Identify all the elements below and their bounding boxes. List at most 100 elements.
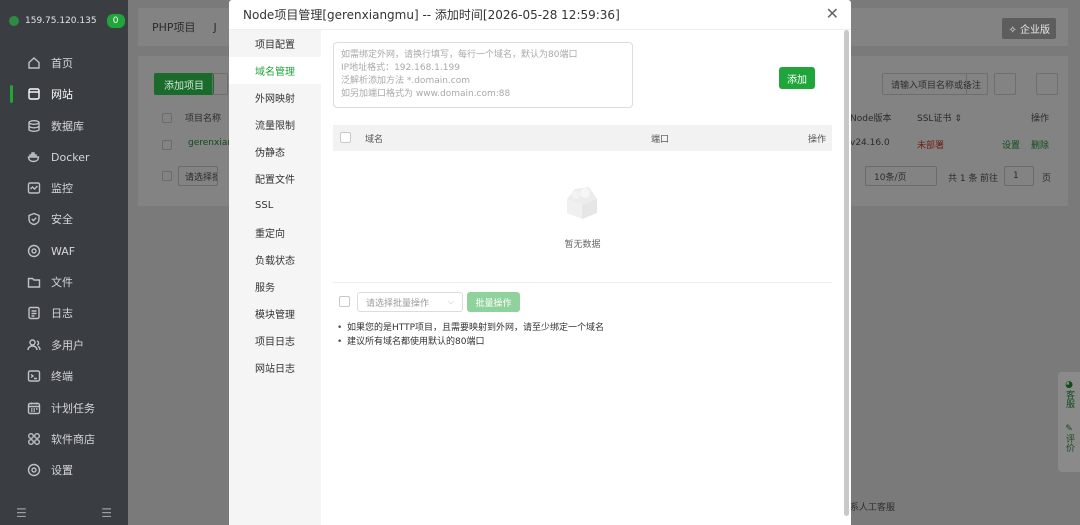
store-icon: [27, 432, 41, 446]
sidebar-item-label: WAF: [51, 244, 76, 258]
search-icon[interactable]: [966, 73, 988, 95]
delete-link[interactable]: 删除: [1031, 138, 1049, 151]
menu-icon[interactable]: ☰: [101, 506, 112, 520]
sidebar-footer: ☰ ☰: [0, 501, 128, 525]
database-icon: [27, 119, 41, 133]
sidebar-item-label: 终端: [51, 370, 73, 383]
ssl-status[interactable]: 未部署: [917, 138, 944, 151]
users-icon: [27, 338, 41, 352]
domain-input[interactable]: 如需绑定外网，请换行填写，每行一个域名，默认为80端口 IP地址格式：192.1…: [333, 42, 633, 108]
sidebar-item-logs[interactable]: 日志: [0, 298, 128, 328]
sidebar-item-docker[interactable]: Docker: [0, 142, 128, 172]
shield-icon: [27, 212, 41, 226]
column-port: 端口: [651, 134, 670, 145]
sidebar-item-label: 多用户: [51, 339, 84, 352]
column-project-name: 项目名称: [185, 114, 222, 124]
gear-icon[interactable]: [1036, 73, 1058, 95]
select-all-checkbox[interactable]: [162, 113, 172, 123]
edit-icon: ✎: [1065, 424, 1073, 434]
sidebar-item-label: Docker: [51, 150, 90, 164]
review-button[interactable]: ✎ 评价: [1058, 424, 1080, 452]
placeholder-line: 如需绑定外网，请换行填写，每行一个域名，默认为80端口: [341, 50, 578, 60]
empty-text: 暂无数据: [564, 240, 601, 250]
sidebar-item-label: 计划任务: [51, 402, 95, 415]
nav-item-service[interactable]: 服务: [229, 273, 321, 300]
sidebar-item-monitor[interactable]: 监控: [0, 173, 128, 203]
server-info: 159.75.120.135 0: [0, 0, 128, 42]
node-version-value: v24.16.0: [850, 138, 890, 148]
enterprise-badge: ✧ 企业版: [1002, 18, 1056, 39]
domain-management-panel: 如需绑定外网，请换行填写，每行一个域名，默认为80端口 IP地址格式：192.1…: [321, 30, 841, 525]
nav-item-project-config[interactable]: 项目配置: [229, 30, 321, 57]
floating-service-bar: ◕ 客服 ✎ 评价: [1058, 372, 1080, 472]
nav-item-redirect[interactable]: 重定向: [229, 219, 321, 246]
website-icon: [27, 87, 41, 101]
add-project-button[interactable]: 添加项目: [154, 73, 214, 95]
column-operation: 操作: [1031, 114, 1050, 124]
sidebar-item-users[interactable]: 多用户: [0, 330, 128, 360]
nav-item-load-status[interactable]: 负载状态: [229, 246, 321, 273]
sidebar-item-label: 软件商店: [51, 433, 95, 446]
secondary-button[interactable]: [212, 73, 228, 95]
sidebar-item-label: 网站: [51, 88, 73, 101]
sidebar: 159.75.120.135 0 首页 网站 数据库 Docker 监控 安全 …: [0, 0, 128, 525]
batch-operation-select[interactable]: 请选择批量操作 ⌵: [357, 292, 463, 312]
nav-item-project-log[interactable]: 项目日志: [229, 327, 321, 354]
sidebar-item-label: 监控: [51, 182, 73, 195]
page-input[interactable]: 1: [1004, 166, 1034, 186]
headset-icon: ◕: [1065, 380, 1073, 390]
tab-java-project[interactable]: J: [214, 21, 217, 34]
sidebar-item-home[interactable]: 首页: [0, 48, 128, 78]
server-ip: 159.75.120.135: [25, 16, 97, 26]
sidebar-item-store[interactable]: 软件商店: [0, 424, 128, 454]
tip-item: 建议所有域名都使用默认的80端口: [337, 335, 604, 349]
sidebar-item-waf[interactable]: WAF: [0, 236, 128, 266]
nav-item-site-log[interactable]: 网站日志: [229, 354, 321, 381]
sidebar-item-label: 文件: [51, 276, 73, 289]
customer-service-button[interactable]: ◕ 客服: [1058, 380, 1080, 408]
sidebar-item-files[interactable]: 文件: [0, 267, 128, 297]
sidebar-item-label: 数据库: [51, 120, 84, 133]
sidebar-item-website[interactable]: 网站: [0, 79, 128, 109]
batch-select[interactable]: 请选择批量: [178, 166, 218, 186]
sidebar-item-database[interactable]: 数据库: [0, 111, 128, 141]
nav-item-domain-management[interactable]: 域名管理: [229, 57, 321, 84]
settings-icon: [27, 463, 41, 477]
nav-item-external-mapping[interactable]: 外网映射: [229, 84, 321, 111]
close-icon[interactable]: ✕: [826, 6, 839, 22]
page-size-select[interactable]: 10条/页: [865, 166, 937, 186]
batch-checkbox[interactable]: [162, 171, 172, 181]
tab-php-project[interactable]: PHP项目: [152, 19, 196, 35]
server-status-icon: [9, 16, 19, 26]
sidebar-item-cron[interactable]: 计划任务: [0, 393, 128, 423]
settings-link[interactable]: 设置: [1002, 138, 1020, 151]
placeholder-line: 泛解析添加方法 *.domain.com: [341, 76, 471, 86]
placeholder-line: 如另加端口格式为 www.domain.com:88: [341, 89, 511, 99]
column-operation: 操作: [807, 134, 826, 145]
select-all-checkbox[interactable]: [340, 132, 351, 143]
sidebar-item-security[interactable]: 安全: [0, 204, 128, 234]
batch-operation-button[interactable]: 批量操作: [467, 292, 520, 312]
nav-item-ssl[interactable]: SSL: [229, 192, 321, 219]
nav-item-rewrite[interactable]: 伪静态: [229, 138, 321, 165]
nav-item-module-management[interactable]: 模块管理: [229, 300, 321, 327]
page-suffix: 页: [1042, 174, 1052, 184]
row-checkbox[interactable]: [162, 140, 172, 150]
refresh-icon[interactable]: [994, 73, 1016, 95]
collapse-icon[interactable]: ☰: [16, 506, 27, 520]
sidebar-item-label: 首页: [51, 57, 73, 70]
add-domain-button[interactable]: 添加: [779, 67, 815, 89]
nav-item-config-file[interactable]: 配置文件: [229, 165, 321, 192]
empty-box-icon: [567, 187, 597, 219]
notification-badge[interactable]: 0: [106, 14, 125, 28]
placeholder-line: IP地址格式：192.168.1.199: [341, 63, 460, 73]
nav-item-traffic-limit[interactable]: 流量限制: [229, 111, 321, 138]
footer-support-text: 系人工客服: [850, 503, 896, 513]
sidebar-item-settings[interactable]: 设置: [0, 455, 128, 485]
batch-checkbox[interactable]: [339, 296, 350, 307]
tips-list: 如果您的是HTTP项目，且需要映射到外网，请至少绑定一个域名 建议所有域名都使用…: [337, 321, 604, 349]
sidebar-item-terminal[interactable]: 终端: [0, 361, 128, 391]
domain-table-header: 域名 端口 操作: [333, 125, 832, 151]
modal-scrollbar[interactable]: [844, 30, 849, 516]
column-node-version: Node版本: [850, 114, 892, 124]
